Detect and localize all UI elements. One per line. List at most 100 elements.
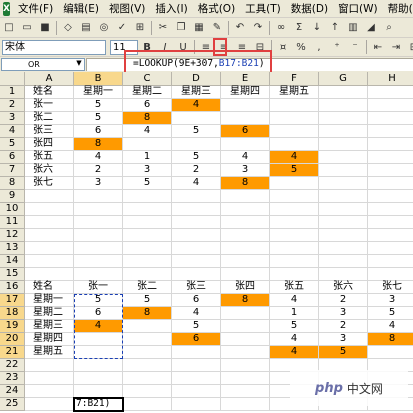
- cell-g19[interactable]: 2: [319, 320, 368, 333]
- cell-h14[interactable]: [368, 255, 413, 268]
- cell-g18[interactable]: 3: [319, 307, 368, 320]
- cell-h21[interactable]: [368, 346, 413, 359]
- cell-g6[interactable]: [319, 151, 368, 164]
- cell-e24[interactable]: [221, 385, 270, 398]
- row-header-4[interactable]: 4: [0, 125, 25, 138]
- cell-f17[interactable]: 4: [270, 294, 319, 307]
- cell-h15[interactable]: [368, 268, 413, 281]
- cell-c16[interactable]: 张二: [123, 281, 172, 294]
- cell-c8[interactable]: 5: [123, 177, 172, 190]
- decrease-decimal-icon[interactable]: ⁻: [347, 39, 363, 55]
- cell-e15[interactable]: [221, 268, 270, 281]
- menu-window[interactable]: 窗口(W): [333, 0, 383, 18]
- cell-f3[interactable]: [270, 112, 319, 125]
- chart-wizard-icon[interactable]: ▥: [345, 20, 361, 36]
- cell-h7[interactable]: [368, 164, 413, 177]
- cell-c10[interactable]: [123, 203, 172, 216]
- cell-d9[interactable]: [172, 190, 221, 203]
- cell-a8[interactable]: 张七: [25, 177, 74, 190]
- permission-icon[interactable]: ◇: [60, 20, 76, 36]
- cut-icon[interactable]: ✂: [155, 20, 171, 36]
- cell-d25[interactable]: [172, 398, 221, 411]
- redo-icon[interactable]: ↷: [250, 20, 266, 36]
- row-header-6[interactable]: 6: [0, 151, 25, 164]
- cell-b5[interactable]: 8: [74, 138, 123, 151]
- cell-a18[interactable]: 星期二: [25, 307, 74, 320]
- cell-b3[interactable]: 5: [74, 112, 123, 125]
- cell-h13[interactable]: [368, 242, 413, 255]
- row-header-5[interactable]: 5: [0, 138, 25, 151]
- row-header-11[interactable]: 11: [0, 216, 25, 229]
- cell-b11[interactable]: [74, 216, 123, 229]
- currency-icon[interactable]: ¤: [275, 39, 291, 55]
- cell-f2[interactable]: [270, 99, 319, 112]
- cell-g15[interactable]: [319, 268, 368, 281]
- cell-e22[interactable]: [221, 359, 270, 372]
- cell-b9[interactable]: [74, 190, 123, 203]
- cell-d7[interactable]: 2: [172, 164, 221, 177]
- cell-a25[interactable]: [25, 398, 74, 411]
- cell-g20[interactable]: 3: [319, 333, 368, 346]
- cell-h6[interactable]: [368, 151, 413, 164]
- increase-indent-icon[interactable]: ⇥: [388, 39, 404, 55]
- cell-d14[interactable]: [172, 255, 221, 268]
- cell-f9[interactable]: [270, 190, 319, 203]
- cell-h16[interactable]: 张七: [368, 281, 413, 294]
- row-header-24[interactable]: 24: [0, 385, 25, 398]
- cell-g7[interactable]: [319, 164, 368, 177]
- cell-a23[interactable]: [25, 372, 74, 385]
- cell-g8[interactable]: [319, 177, 368, 190]
- cell-b23[interactable]: [74, 372, 123, 385]
- cell-g5[interactable]: [319, 138, 368, 151]
- cell-a3[interactable]: 张二: [25, 112, 74, 125]
- cell-e18[interactable]: [221, 307, 270, 320]
- cell-d15[interactable]: [172, 268, 221, 281]
- cell-c18[interactable]: 8: [123, 307, 172, 320]
- cell-g14[interactable]: [319, 255, 368, 268]
- cell-d22[interactable]: [172, 359, 221, 372]
- cell-g21[interactable]: 5: [319, 346, 368, 359]
- cell-c25[interactable]: [123, 398, 172, 411]
- autosum-icon[interactable]: Σ: [291, 20, 307, 36]
- cell-a7[interactable]: 张六: [25, 164, 74, 177]
- cell-a10[interactable]: [25, 203, 74, 216]
- cell-d13[interactable]: [172, 242, 221, 255]
- cell-b14[interactable]: [74, 255, 123, 268]
- cell-c19[interactable]: [123, 320, 172, 333]
- cell-f4[interactable]: [270, 125, 319, 138]
- cell-e1[interactable]: 星期四: [221, 86, 270, 99]
- row-header-23[interactable]: 23: [0, 372, 25, 385]
- cell-h8[interactable]: [368, 177, 413, 190]
- cell-d4[interactable]: 5: [172, 125, 221, 138]
- cell-d16[interactable]: 张三: [172, 281, 221, 294]
- cell-c23[interactable]: [123, 372, 172, 385]
- cell-h11[interactable]: [368, 216, 413, 229]
- cell-b15[interactable]: [74, 268, 123, 281]
- research-icon[interactable]: ⊞: [132, 20, 148, 36]
- cell-g2[interactable]: [319, 99, 368, 112]
- row-header-14[interactable]: 14: [0, 255, 25, 268]
- cell-b18[interactable]: 6: [74, 307, 123, 320]
- cell-d20[interactable]: 6: [172, 333, 221, 346]
- cell-h9[interactable]: [368, 190, 413, 203]
- cell-e3[interactable]: [221, 112, 270, 125]
- menu-edit[interactable]: 编辑(E): [58, 0, 104, 18]
- cell-f7[interactable]: 5: [270, 164, 319, 177]
- open-icon[interactable]: ▭: [19, 20, 35, 36]
- cell-a14[interactable]: [25, 255, 74, 268]
- cell-b19[interactable]: 4: [74, 320, 123, 333]
- cell-c7[interactable]: 3: [123, 164, 172, 177]
- cell-f21[interactable]: 4: [270, 346, 319, 359]
- column-header-c[interactable]: C: [123, 72, 172, 86]
- undo-icon[interactable]: ↶: [232, 20, 248, 36]
- name-box-dropdown-icon[interactable]: ▼: [74, 58, 84, 69]
- cell-e21[interactable]: [221, 346, 270, 359]
- comma-style-icon[interactable]: ,: [311, 39, 327, 55]
- cell-c2[interactable]: 6: [123, 99, 172, 112]
- cell-c4[interactable]: 4: [123, 125, 172, 138]
- cell-a1[interactable]: 姓名: [25, 86, 74, 99]
- cell-b12[interactable]: [74, 229, 123, 242]
- cell-c11[interactable]: [123, 216, 172, 229]
- cell-a11[interactable]: [25, 216, 74, 229]
- cell-e13[interactable]: [221, 242, 270, 255]
